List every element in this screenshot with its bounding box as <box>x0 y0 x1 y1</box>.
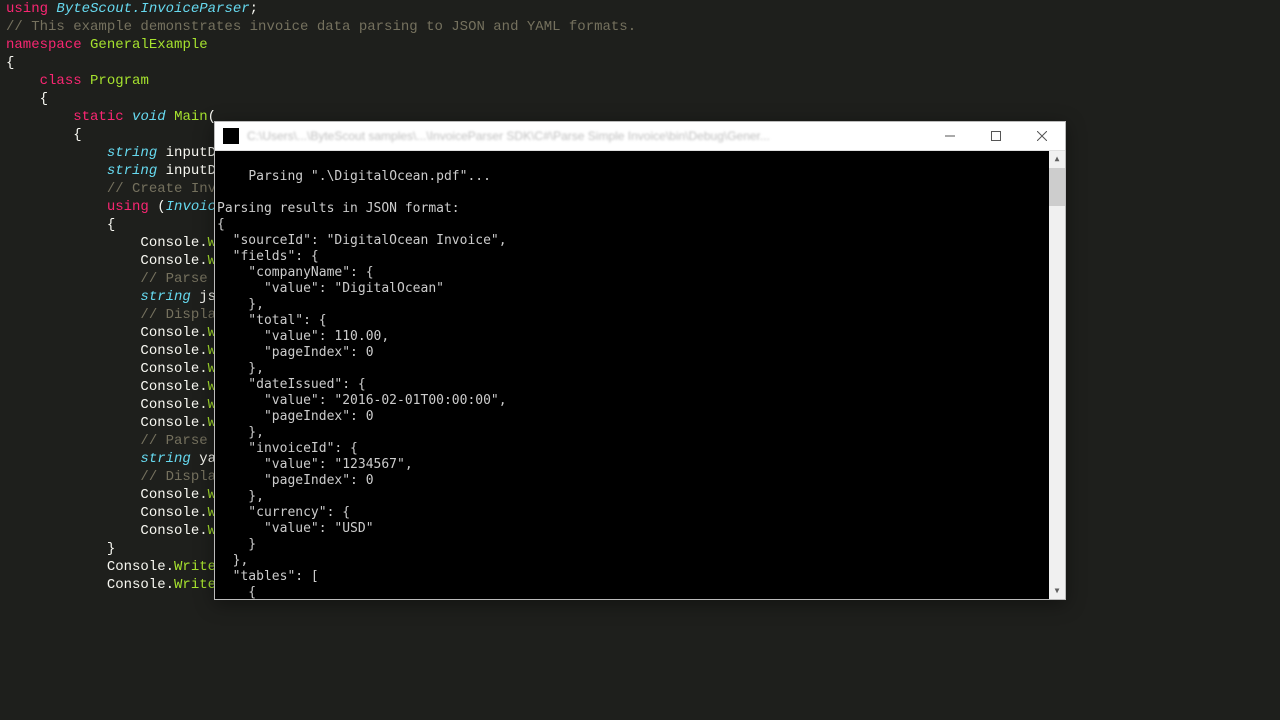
console-output[interactable]: Parsing ".\DigitalOcean.pdf"... Parsing … <box>215 151 1065 599</box>
console-window: C:\Users\...\ByteScout samples\...\Invoi… <box>214 121 1066 600</box>
code-line: { <box>6 90 636 108</box>
console-title-text: C:\Users\...\ByteScout samples\...\Invoi… <box>247 127 927 145</box>
maximize-button[interactable] <box>973 122 1019 150</box>
console-app-icon <box>223 128 239 144</box>
code-line: using ByteScout.InvoiceParser; <box>6 0 636 18</box>
code-line: namespace GeneralExample <box>6 36 636 54</box>
close-button[interactable] <box>1019 122 1065 150</box>
console-vertical-scrollbar[interactable]: ▲ ▼ <box>1049 151 1065 599</box>
scroll-up-arrow[interactable]: ▲ <box>1049 151 1065 167</box>
scroll-thumb[interactable] <box>1049 168 1065 206</box>
code-line: class Program <box>6 72 636 90</box>
console-titlebar[interactable]: C:\Users\...\ByteScout samples\...\Invoi… <box>215 122 1065 151</box>
scroll-down-arrow[interactable]: ▼ <box>1049 583 1065 599</box>
console-output-text: Parsing ".\DigitalOcean.pdf"... Parsing … <box>217 169 507 599</box>
code-line: // This example demonstrates invoice dat… <box>6 18 636 36</box>
minimize-button[interactable] <box>927 122 973 150</box>
code-line: { <box>6 54 636 72</box>
